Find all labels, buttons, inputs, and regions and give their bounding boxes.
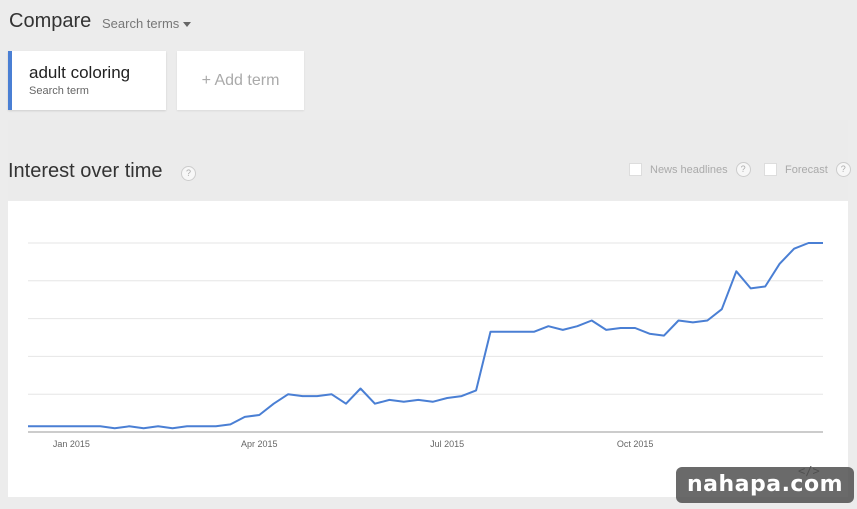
search-terms-label: Search terms — [102, 16, 180, 31]
data-point[interactable] — [763, 284, 767, 288]
term-name: adult coloring — [29, 63, 131, 82]
interest-over-time-title: Interest over time — [8, 160, 163, 182]
data-point[interactable] — [619, 326, 623, 330]
data-point[interactable] — [127, 424, 131, 428]
watermark: nahapa.com — [676, 467, 854, 503]
term-sub-label: Search term — [29, 85, 89, 97]
compare-title: Compare — [9, 10, 92, 32]
data-point[interactable] — [98, 424, 102, 428]
data-point[interactable] — [532, 330, 536, 334]
data-point[interactable] — [40, 424, 44, 428]
data-point[interactable] — [749, 286, 753, 290]
data-point[interactable] — [69, 424, 73, 428]
series-line — [28, 242, 823, 430]
data-point[interactable] — [431, 400, 435, 404]
data-point[interactable] — [676, 318, 680, 322]
data-point[interactable] — [387, 398, 391, 402]
data-point[interactable] — [590, 318, 594, 322]
x-tick-label: Jul 2015 — [430, 439, 464, 449]
data-point[interactable] — [778, 262, 782, 266]
interest-chart: Jan 2015 Apr 2015 Jul 2015 Oct 2015 — [26, 241, 825, 449]
data-point[interactable] — [84, 424, 88, 428]
data-point[interactable] — [445, 396, 449, 400]
data-point[interactable] — [286, 392, 290, 396]
data-point[interactable] — [489, 330, 493, 334]
data-point[interactable] — [358, 387, 362, 391]
data-point[interactable] — [503, 330, 507, 334]
data-point[interactable] — [315, 394, 319, 398]
news-help-icon[interactable]: ? — [735, 162, 751, 177]
data-point[interactable] — [199, 424, 203, 428]
data-point[interactable] — [460, 394, 464, 398]
data-point[interactable] — [807, 241, 811, 245]
data-point[interactable] — [142, 426, 146, 430]
data-point[interactable] — [156, 424, 160, 428]
data-point[interactable] — [517, 330, 521, 334]
data-point[interactable] — [228, 422, 232, 426]
forecast-checkbox[interactable] — [764, 163, 777, 176]
data-point[interactable] — [546, 324, 550, 328]
x-tick-label: Apr 2015 — [241, 439, 278, 449]
data-point[interactable] — [575, 324, 579, 328]
data-point[interactable] — [214, 424, 218, 428]
data-point[interactable] — [243, 415, 247, 419]
forecast-option[interactable]: Forecast ? — [764, 162, 851, 177]
forecast-label: Forecast — [785, 163, 828, 176]
data-point[interactable] — [662, 334, 666, 338]
data-point[interactable] — [185, 424, 189, 428]
data-point[interactable] — [113, 426, 117, 430]
data-point[interactable] — [792, 247, 796, 251]
data-point[interactable] — [402, 400, 406, 404]
caret-down-icon — [183, 22, 192, 28]
data-point[interactable] — [171, 426, 175, 430]
data-point[interactable] — [373, 402, 377, 406]
x-tick-label: Jan 2015 — [53, 439, 90, 449]
data-point[interactable] — [257, 413, 261, 417]
help-icon[interactable]: ? — [181, 166, 196, 181]
add-term-button[interactable]: + Add term — [177, 51, 304, 110]
data-point[interactable] — [344, 402, 348, 406]
data-point[interactable] — [821, 241, 825, 245]
term-card[interactable]: adult coloring Search term — [8, 51, 166, 110]
data-point[interactable] — [301, 394, 305, 398]
news-headlines-option[interactable]: News headlines ? — [629, 162, 751, 177]
forecast-help-icon[interactable]: ? — [835, 162, 851, 177]
data-point[interactable] — [691, 320, 695, 324]
news-headlines-checkbox[interactable] — [629, 163, 642, 176]
data-point[interactable] — [720, 307, 724, 311]
data-point[interactable] — [705, 318, 709, 322]
data-point[interactable] — [416, 398, 420, 402]
data-point[interactable] — [272, 402, 276, 406]
x-tick-label: Oct 2015 — [617, 439, 654, 449]
news-headlines-label: News headlines — [650, 163, 728, 176]
data-point[interactable] — [330, 392, 334, 396]
chart-container: Jan 2015 Apr 2015 Jul 2015 Oct 2015 — [8, 201, 848, 497]
data-point[interactable] — [561, 328, 565, 332]
data-point[interactable] — [633, 326, 637, 330]
search-terms-dropdown[interactable]: Search terms — [102, 16, 192, 31]
data-point[interactable] — [604, 328, 608, 332]
data-point[interactable] — [648, 332, 652, 336]
data-point[interactable] — [26, 424, 30, 428]
data-point[interactable] — [55, 424, 59, 428]
data-point[interactable] — [474, 388, 478, 392]
data-point[interactable] — [734, 269, 738, 273]
